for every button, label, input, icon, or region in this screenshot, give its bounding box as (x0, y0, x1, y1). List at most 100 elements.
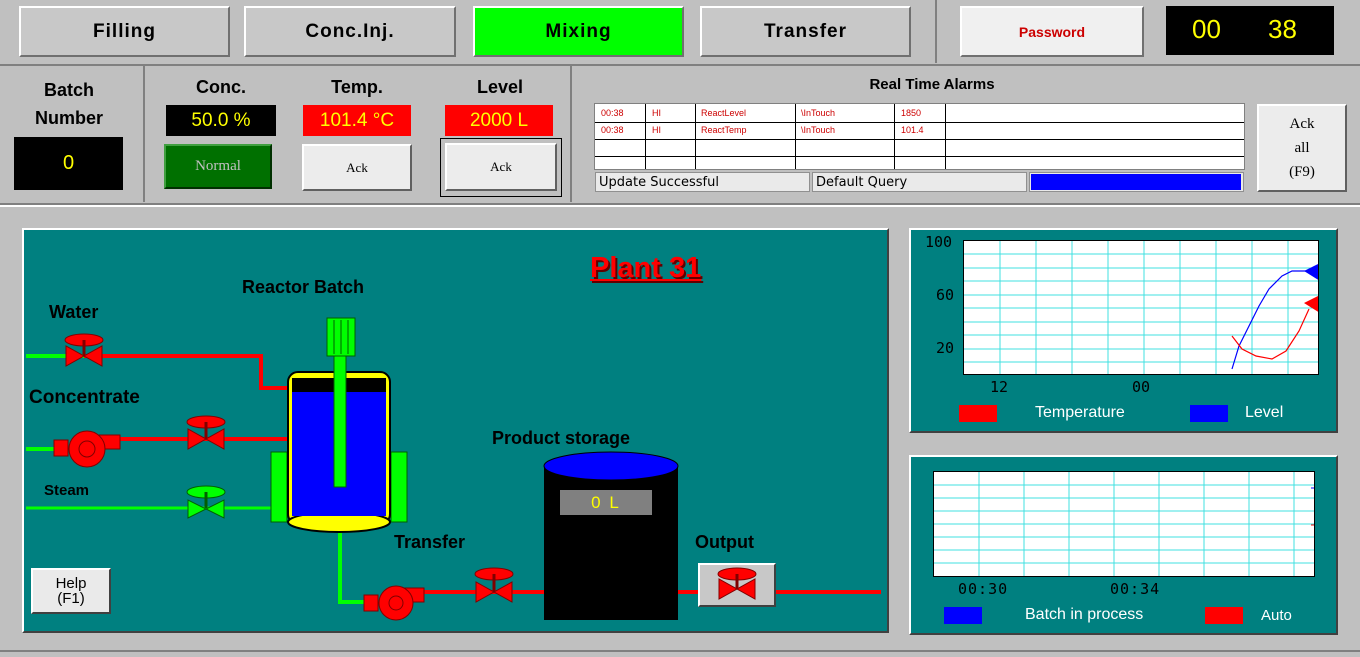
trend1-ytick: 20 (936, 339, 955, 357)
temperature-trend-line (1231, 308, 1310, 360)
alarm-progress-fill (1031, 174, 1241, 190)
ack-all-label-2: all (1294, 140, 1310, 156)
water-pipe (84, 354, 292, 390)
trend-panel-temperature-level: 100 60 20 12 00 Temperature Level (909, 228, 1338, 433)
alarm-cell: \InTouch (801, 108, 836, 118)
level-trend-line (1231, 270, 1309, 370)
bottom-divider (0, 650, 1360, 652)
transfer-valve (474, 567, 514, 603)
trend-panel-batch: 00:30 00:34 Batch in process Auto (909, 455, 1338, 635)
water-label: Water (49, 302, 99, 322)
tab-conc-inj[interactable]: Conc.Inj. (244, 6, 456, 57)
concentrate-pump (53, 430, 121, 468)
steam-label: Steam (44, 482, 90, 499)
level-value: 2000 L (445, 105, 553, 136)
steam-valve (186, 485, 226, 519)
alarm-update-status: Update Successful (595, 172, 810, 192)
top-separator (935, 0, 937, 63)
password-button[interactable]: Password (960, 6, 1144, 57)
auto-legend-label: Auto (1261, 607, 1292, 624)
plant-panel: Plant 31 Reactor Batch Water Concentrate… (22, 228, 889, 633)
reactor-label: Reactor Batch (242, 277, 365, 297)
alarm-cell: 1850 (901, 108, 922, 118)
alarm-row-line (595, 139, 1244, 140)
alarm-separator (570, 66, 572, 202)
trend2-xtick: 00:34 (1110, 580, 1161, 598)
batch-label-2: Number (34, 108, 103, 128)
alarms-table: 00:38 HI ReactLevel \InTouch 1850 00:38 … (594, 103, 1245, 170)
alarm-cell: ReactTemp (701, 125, 747, 135)
temp-value: 101.4 °C (303, 105, 411, 136)
level-legend-swatch (1190, 405, 1228, 422)
alarm-col-line (695, 104, 696, 169)
alarms-title: Real Time Alarms (869, 76, 995, 93)
temp-label: Temp. (331, 77, 383, 97)
alarm-col-line (894, 104, 895, 169)
output-label: Output (695, 532, 754, 552)
alarm-cell: \InTouch (801, 125, 836, 135)
batch-label-1: Batch (43, 80, 94, 100)
middle-divider-highlight (0, 205, 1360, 207)
alarm-col-line (645, 104, 646, 169)
alarm-col-line (795, 104, 796, 169)
batch-legend-swatch (944, 607, 982, 624)
output-valve-button[interactable] (698, 563, 776, 607)
tab-transfer[interactable]: Transfer (700, 6, 911, 57)
trend-chart-2 (933, 471, 1315, 577)
alarm-cell: 101.4 (901, 125, 924, 135)
alarm-cell: 00:38 (601, 108, 624, 118)
alarm-row-line (595, 122, 1244, 123)
temperature-legend-swatch (959, 405, 997, 422)
reactor-vessel (270, 317, 408, 533)
tab-filling[interactable]: Filling (19, 6, 230, 57)
trend1-ytick: 60 (936, 286, 955, 304)
alarm-cell: ReactLevel (701, 108, 747, 118)
reactor-outlet-pipe (338, 530, 372, 604)
help-label: Help (55, 575, 87, 592)
trend1-xtick: 12 (990, 378, 1009, 396)
temp-ack-button[interactable]: Ack (302, 144, 412, 191)
storage-level-display: 0 L (560, 490, 652, 515)
alarm-row-line (595, 156, 1244, 157)
section-separator (143, 66, 145, 202)
level-legend-label: Level (1245, 404, 1284, 421)
conc-value: 50.0 % (166, 105, 276, 136)
transfer-label: Transfer (394, 532, 466, 552)
trend-chart-1-svg (964, 241, 1318, 374)
alarm-cell: HI (652, 125, 661, 135)
level-marker (1304, 264, 1318, 280)
temperature-marker (1304, 296, 1318, 312)
batch-number-value: 0 (14, 137, 123, 190)
concentrate-label: Concentrate (29, 387, 140, 408)
trend-chart-2-svg (934, 472, 1314, 576)
clock-hours: 00 (1192, 14, 1221, 44)
product-storage-label: Product storage (492, 428, 631, 448)
alarm-query-status: Default Query (812, 172, 1027, 192)
conc-label: Conc. (195, 77, 246, 97)
level-ack-button[interactable]: Ack (445, 143, 557, 191)
clock-minutes: 38 (1268, 14, 1297, 44)
batch-legend-label: Batch in process (1025, 606, 1144, 623)
concentrate-valve (186, 415, 226, 450)
ack-all-button[interactable]: Ack all (F9) (1257, 104, 1347, 192)
level-label: Level (476, 77, 524, 97)
temperature-legend-label: Temperature (1035, 404, 1125, 421)
tab-mixing[interactable]: Mixing (473, 6, 684, 57)
output-valve-icon (717, 567, 757, 600)
clock-display: 00 38 (1166, 6, 1334, 55)
alarm-cell: HI (652, 108, 661, 118)
alarm-col-line (945, 104, 946, 169)
help-button[interactable]: Help (F1) (31, 568, 111, 614)
product-storage-tank (543, 451, 679, 620)
trend1-ytick: 100 (925, 233, 953, 251)
top-divider (0, 64, 1360, 66)
trend1-xtick: 00 (1132, 378, 1151, 396)
ack-all-label-1: Ack (1289, 116, 1315, 132)
plant-title: Plant 31 (590, 252, 702, 284)
trend-chart-1 (963, 240, 1319, 375)
conc-status-indicator: Normal (164, 144, 272, 189)
transfer-pump (363, 585, 425, 621)
ack-all-label-3: (F9) (1289, 164, 1315, 180)
auto-legend-swatch (1205, 607, 1243, 624)
water-valve (64, 333, 104, 367)
